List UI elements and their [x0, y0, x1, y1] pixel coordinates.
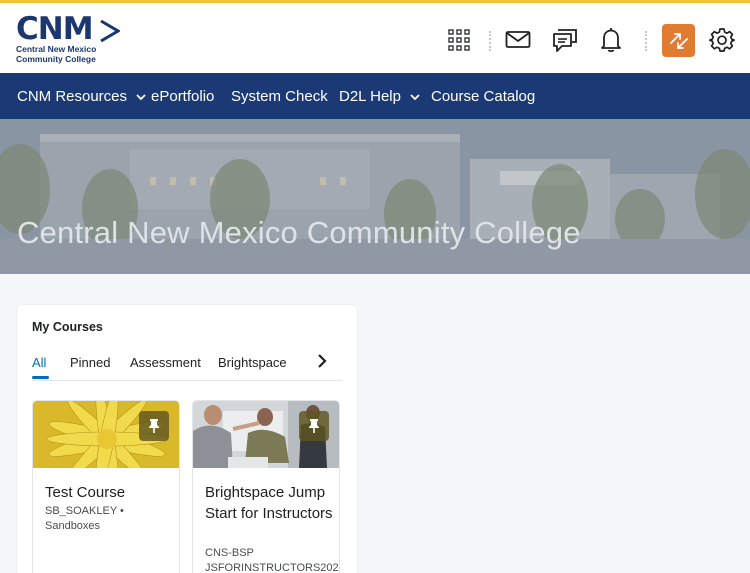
pin-button[interactable]: [299, 411, 329, 441]
nav-eportfolio[interactable]: ePortfolio: [151, 88, 214, 105]
course-department: Sandboxes: [45, 520, 101, 532]
course-code: SB_SOAKLEY •: [45, 505, 124, 517]
course-department: JSFORINSTRUCTORS202: [205, 562, 339, 573]
chevron-right-icon: [318, 354, 327, 368]
header-divider: [645, 31, 647, 51]
gear-icon[interactable]: [709, 27, 735, 53]
pin-icon: [309, 419, 319, 433]
header-divider: [489, 31, 491, 51]
tab-brightspace[interactable]: Brightspace: [218, 355, 287, 370]
active-tab-indicator: [32, 376, 49, 379]
main-navigation: CNM Resources ePortfolio System Check D2…: [0, 73, 750, 119]
banner-title: Central New Mexico Community College: [17, 215, 581, 250]
mail-icon[interactable]: [505, 27, 531, 53]
chevron-down-icon: [136, 93, 146, 100]
my-courses-widget: My Courses All Pinned Assessment Brights…: [17, 305, 357, 573]
logo-triangle-icon: [100, 20, 120, 42]
nav-item-label: CNM Resources: [17, 88, 128, 105]
nav-system-check[interactable]: System Check: [231, 88, 328, 105]
campus-banner: Central New Mexico Community College: [0, 119, 750, 274]
role-switch-button[interactable]: [662, 24, 695, 57]
cnm-logo[interactable]: CNM Central New Mexico Community College: [16, 13, 126, 65]
nav-item-label: ePortfolio: [151, 88, 215, 105]
tab-all[interactable]: All: [32, 355, 46, 370]
nav-item-label: System Check: [231, 88, 328, 105]
top-header: CNM Central New Mexico Community College: [0, 0, 750, 73]
chevron-down-icon: [410, 93, 420, 100]
nav-course-catalog[interactable]: Course Catalog: [431, 88, 535, 105]
course-name[interactable]: Test Course: [45, 482, 175, 503]
nav-cnm-resources[interactable]: CNM Resources: [17, 88, 146, 105]
course-card[interactable]: Test Course SB_SOAKLEY • Sandboxes: [32, 400, 180, 573]
tabs-next-button[interactable]: [317, 354, 327, 373]
tab-assessment[interactable]: Assessment: [130, 355, 201, 370]
nav-d2l-help[interactable]: D2L Help: [339, 88, 420, 105]
course-code: CNS-BSP: [205, 547, 254, 559]
apps-grid-icon[interactable]: [446, 27, 472, 53]
pin-icon: [149, 419, 159, 433]
course-name[interactable]: Brightspace Jump Start for Instructors: [205, 482, 335, 524]
pin-button[interactable]: [139, 411, 169, 441]
tab-pinned[interactable]: Pinned: [70, 355, 110, 370]
nav-item-label: D2L Help: [339, 88, 401, 105]
chat-icon[interactable]: [552, 27, 578, 53]
logo-line-2: Community College: [16, 53, 96, 64]
bell-icon[interactable]: [598, 27, 624, 53]
widget-title: My Courses: [32, 320, 103, 334]
role-switch-icon: [669, 32, 688, 49]
tabs-divider: [32, 380, 342, 381]
course-card[interactable]: Brightspace Jump Start for Instructors C…: [192, 400, 340, 573]
nav-item-label: Course Catalog: [431, 88, 536, 105]
